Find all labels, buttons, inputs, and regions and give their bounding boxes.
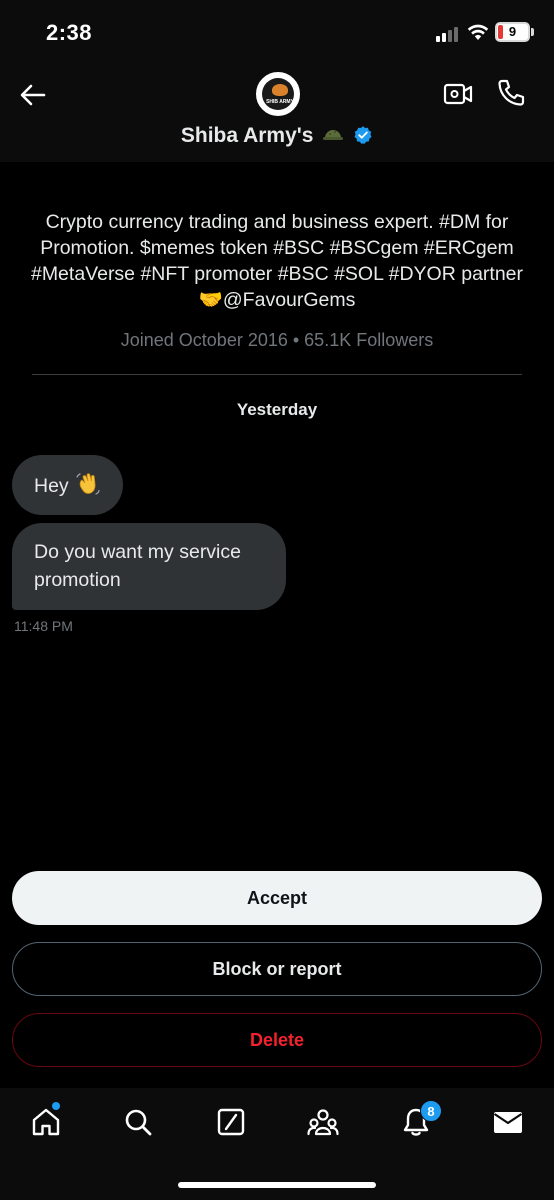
verified-badge-icon	[354, 126, 372, 144]
search-icon[interactable]	[122, 1106, 154, 1138]
conversation-header: SHIB ARMY Shiba Army's	[0, 62, 554, 162]
delete-button[interactable]: Delete	[12, 1013, 542, 1067]
home-unread-dot	[52, 1102, 60, 1110]
divider	[32, 374, 522, 375]
message-text: Do you want my service promotion	[34, 541, 241, 591]
avatar-text: SHIB ARMY	[266, 99, 294, 105]
profile-meta: Joined October 2016 • 65.1K Followers	[120, 330, 434, 350]
message-bubble[interactable]: Do you want my service promotion	[12, 523, 286, 610]
wifi-icon	[467, 24, 489, 40]
signal-icon	[436, 26, 462, 42]
battery-cap	[531, 28, 534, 36]
avatar[interactable]: SHIB ARMY	[256, 72, 300, 116]
message-bubble[interactable]: Hey	[12, 455, 123, 515]
contact-name: Shiba Army's	[180, 124, 314, 147]
message-timestamp: 11:48 PM	[14, 618, 73, 634]
back-arrow-icon[interactable]	[18, 80, 48, 110]
communities-icon[interactable]	[307, 1106, 339, 1138]
profile-bio: Crypto currency trading and business exp…	[30, 211, 524, 311]
helmet-emoji-icon	[323, 130, 344, 140]
notification-badge: 8	[420, 1100, 442, 1122]
phone-call-icon[interactable]	[496, 78, 526, 108]
day-separator: Yesterday	[236, 400, 318, 419]
battery-icon: 9	[495, 22, 530, 42]
status-time: 2:38	[46, 20, 93, 45]
accept-button[interactable]: Accept	[12, 871, 542, 925]
bottom-nav: 8	[0, 1088, 554, 1200]
grok-icon[interactable]	[215, 1106, 247, 1138]
messages-icon[interactable]	[492, 1106, 524, 1138]
battery-level: 9	[508, 24, 517, 39]
home-icon[interactable]	[30, 1106, 62, 1138]
contact-name-row[interactable]: Shiba Army's	[0, 124, 554, 148]
block-or-report-button[interactable]: Block or report	[12, 942, 542, 996]
video-call-icon[interactable]	[443, 80, 473, 108]
waving-hand-icon	[76, 473, 100, 495]
status-bar: 2:38 9	[0, 0, 554, 62]
home-indicator[interactable]	[178, 1182, 376, 1188]
message-text: Hey	[34, 475, 69, 497]
